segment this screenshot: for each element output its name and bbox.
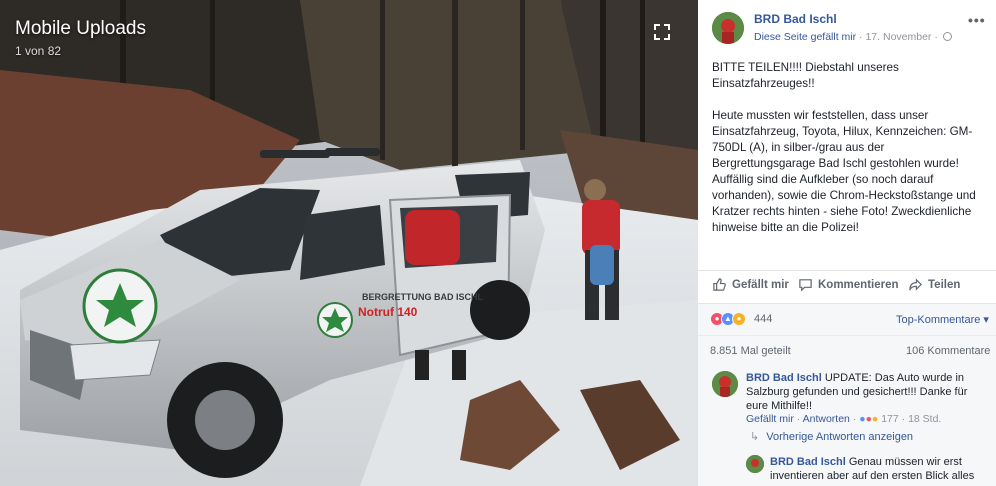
vehicle-notruf-lettering: Notruf 140 <box>358 305 418 319</box>
post-date[interactable]: 17. November <box>865 31 931 43</box>
comment-meta: Gefällt mir · Antworten · ●●● 177 · 18 S… <box>746 413 941 425</box>
comments-list: BRD Bad Ischl UPDATE: Das Auto wurde in … <box>698 365 996 486</box>
page-liked-link[interactable]: Diese Seite gefällt mir <box>754 31 856 43</box>
page-name-link[interactable]: BRD Bad Ischl <box>754 12 837 26</box>
reply-body: BRD Bad Ischl Genau müssen wir erst inve… <box>770 455 988 483</box>
comment-like-link[interactable]: Gefällt mir <box>746 413 794 425</box>
share-button[interactable]: Teilen <box>908 277 960 292</box>
share-count[interactable]: 8.851 Mal geteilt <box>710 345 791 357</box>
comment-reaction-icon: ● <box>871 413 879 425</box>
previous-replies-link[interactable]: ↳ Vorherige Antworten anzeigen <box>750 430 913 443</box>
stats-bar: 8.851 Mal geteilt 106 Kommentare <box>698 335 996 365</box>
post-text: BITTE TEILEN!!!! Diebstahl unseres Einsa… <box>712 60 988 252</box>
album-title[interactable]: Mobile Uploads <box>15 18 146 40</box>
reaction-icons[interactable]: ● ▲ ● <box>710 312 746 326</box>
reply-author[interactable]: BRD Bad Ischl <box>770 456 846 468</box>
post-actions: Gefällt mir Kommentieren Teilen <box>698 270 996 300</box>
like-button[interactable]: Gefällt mir <box>712 277 789 292</box>
comment-author[interactable]: BRD Bad Ischl <box>746 372 822 384</box>
sad-reaction-icon: ● <box>732 312 746 326</box>
post-panel: BRD Bad Ischl Diese Seite gefällt mir · … <box>698 0 996 486</box>
reply-avatar[interactable] <box>746 455 764 473</box>
reply-arrow-icon: ↳ <box>750 431 760 443</box>
comment-age: 18 Std. <box>908 413 942 425</box>
comment-body: BRD Bad Ischl UPDATE: Das Auto wurde in … <box>746 371 982 413</box>
reactions-bar: ● ▲ ● 444 Top-Kommentare ▾ <box>698 303 996 335</box>
reaction-count[interactable]: 444 <box>754 313 772 325</box>
previous-replies-label: Vorherige Antworten anzeigen <box>766 431 914 443</box>
like-label: Gefällt mir <box>732 278 789 291</box>
globe-icon <box>942 32 952 41</box>
fullscreen-expand-icon[interactable] <box>652 22 672 42</box>
comment-label: Kommentieren <box>818 278 899 291</box>
more-options-icon[interactable]: ••• <box>968 12 986 28</box>
share-label: Teilen <box>928 278 961 291</box>
comment-reaction-count: 177 <box>881 413 899 425</box>
vehicle-door-lettering: BERGRETTUNG BAD ISCHL <box>362 292 483 302</box>
comment-sort-select[interactable]: Top-Kommentare ▾ <box>896 313 989 326</box>
page-avatar[interactable] <box>712 12 744 44</box>
comment-button[interactable]: Kommentieren <box>798 277 899 292</box>
photo-counter: 1 von 82 <box>15 44 62 58</box>
comment-reply-link[interactable]: Antworten <box>803 413 850 425</box>
photo-viewer[interactable]: BERGRETTUNG BAD ISCHL Notruf 140 Mobile … <box>0 0 698 486</box>
share-arrow-icon <box>909 278 922 291</box>
comment-avatar[interactable] <box>712 371 738 397</box>
meta-separator: · <box>934 31 941 43</box>
post-paragraph: BITTE TEILEN!!!! Diebstahl unseres Einsa… <box>712 61 899 90</box>
post-meta: Diese Seite gefällt mir · 17. November · <box>754 31 952 43</box>
comment-count[interactable]: 106 Kommentare <box>906 345 990 357</box>
thumbs-up-icon <box>713 278 726 291</box>
post-paragraph: Heute mussten wir feststellen, dass unse… <box>712 109 976 234</box>
vehicle-photo <box>0 0 698 486</box>
comment-icon <box>799 279 812 292</box>
